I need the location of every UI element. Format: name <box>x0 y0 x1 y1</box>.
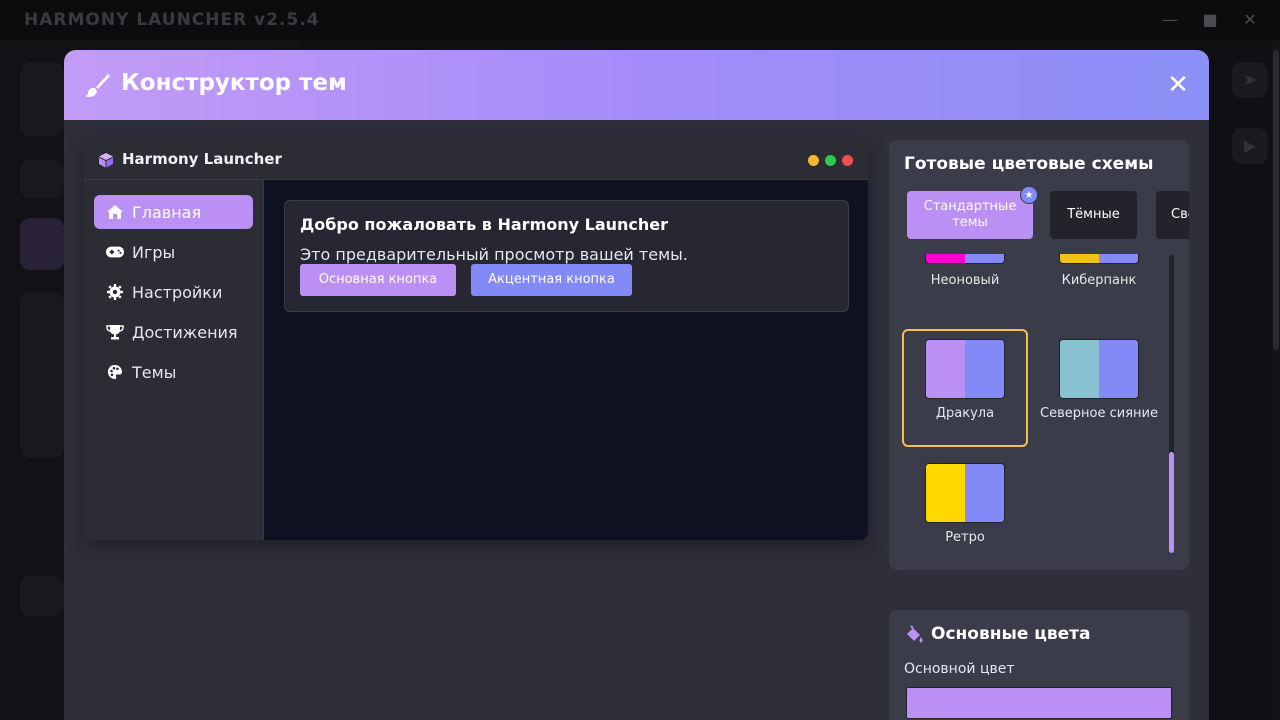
swatch-color-1 <box>1060 340 1099 398</box>
schemes-title: Готовые цветовые схемы <box>904 154 1154 174</box>
minimize-button[interactable]: — <box>1160 10 1180 30</box>
background-play-card <box>20 218 64 270</box>
background-nav-card <box>20 160 64 198</box>
swatch-color-1 <box>926 464 965 522</box>
tab-standard[interactable]: Стандартные темы <box>907 191 1033 239</box>
app-scrollbar-thumb[interactable] <box>1273 50 1279 350</box>
app-title: HARMONY LAUNCHER v2.5.4 <box>24 10 320 30</box>
color-schemes-panel: Готовые цветовые схемы Стандартные темы … <box>889 140 1189 570</box>
preview-main: Добро пожаловать в Harmony Launcher Это … <box>264 180 868 540</box>
gear-icon <box>106 283 124 301</box>
brush-icon <box>85 74 110 97</box>
scheme-swatch <box>925 339 1005 399</box>
modal-title: Конструктор тем <box>121 70 347 96</box>
background-settings-card <box>20 292 64 458</box>
nav-item-settings[interactable]: Настройки <box>94 275 253 309</box>
scheme-name: Дракула <box>935 406 995 421</box>
swatch-color-1 <box>1060 254 1099 263</box>
background-avatar-card <box>20 62 64 136</box>
scheme-item-dracula[interactable]: Дракула <box>902 329 1028 447</box>
tab-dark[interactable]: Тёмные <box>1050 191 1137 239</box>
base-colors-panel: Основные цвета Основной цвет <box>889 610 1189 720</box>
accent-button[interactable]: Акцентная кнопка <box>471 264 632 296</box>
gamepad-icon <box>106 243 124 261</box>
star-icon: ★ <box>1020 186 1038 204</box>
nav-item-achievements[interactable]: Достижения <box>94 315 253 349</box>
scheme-item-retro[interactable]: Ретро <box>902 463 1028 553</box>
scheme-name: Киберпанк <box>1061 273 1137 288</box>
swatch-color-1 <box>926 254 965 263</box>
welcome-text: Это предварительный просмотр вашей темы. <box>300 245 688 264</box>
palette-icon <box>106 363 124 381</box>
scheme-list-scrollbar-thumb[interactable] <box>1169 452 1174 553</box>
paint-bucket-icon <box>907 625 923 643</box>
preview-title: Harmony Launcher <box>122 150 282 168</box>
preview-titlebar: Harmony Launcher <box>84 140 868 180</box>
welcome-card: Добро пожаловать в Harmony Launcher Это … <box>284 200 849 312</box>
scheme-swatch <box>1059 339 1139 399</box>
trophy-icon <box>106 323 124 341</box>
nav-item-home[interactable]: Главная <box>94 195 253 229</box>
primary-button[interactable]: Основная кнопка <box>300 264 456 296</box>
preview-sidebar: Главная Игры Настройки Достижения Темы <box>84 180 264 540</box>
swatch-color-2 <box>965 340 1004 398</box>
nav-item-label: Игры <box>132 242 176 262</box>
theme-constructor-modal: Конструктор тем ✕ Harmony Launcher Главн… <box>64 50 1209 720</box>
scheme-item-neon[interactable]: Неоновый <box>902 254 1028 304</box>
swatch-color-2 <box>1099 254 1138 263</box>
modal-header: Конструктор тем ✕ <box>64 50 1209 120</box>
swatch-color-2 <box>965 254 1004 263</box>
scheme-swatch <box>925 463 1005 523</box>
youtube-icon[interactable]: ▶ <box>1232 128 1268 164</box>
nav-item-games[interactable]: Игры <box>94 235 253 269</box>
cube-icon <box>99 153 113 168</box>
nav-item-label: Достижения <box>132 322 238 342</box>
primary-color-label: Основной цвет <box>904 661 1015 677</box>
nav-item-label: Главная <box>132 202 202 222</box>
scheme-swatch <box>925 254 1005 264</box>
swatch-color-2 <box>965 464 1004 522</box>
scheme-list: Неоновый Киберпанк Дракула Северное сиян… <box>889 254 1169 570</box>
preview-maximize-dot[interactable] <box>825 155 836 166</box>
preview-close-dot[interactable] <box>842 155 853 166</box>
app-titlebar: HARMONY LAUNCHER v2.5.4 — ■ ✕ <box>0 0 1280 40</box>
nav-item-themes[interactable]: Темы <box>94 355 253 389</box>
telegram-icon[interactable]: ➤ <box>1232 62 1268 98</box>
swatch-color-2 <box>1099 340 1138 398</box>
scheme-item-cyberpunk[interactable]: Киберпанк <box>1036 254 1162 304</box>
swatch-color-1 <box>926 340 965 398</box>
window-close-button[interactable]: ✕ <box>1240 10 1260 30</box>
scheme-name: Неоновый <box>930 273 1000 288</box>
welcome-title: Добро пожаловать в Harmony Launcher <box>300 215 669 234</box>
preview-minimize-dot[interactable] <box>808 155 819 166</box>
scheme-item-northern-lights[interactable]: Северное сияние <box>1036 339 1162 449</box>
scheme-swatch <box>1059 254 1139 264</box>
background-settings-button <box>20 576 64 616</box>
home-icon <box>106 203 124 221</box>
maximize-button[interactable]: ■ <box>1200 10 1220 30</box>
scheme-name: Ретро <box>945 530 985 545</box>
theme-preview-window: Harmony Launcher Главная Игры Настройки … <box>84 140 868 540</box>
nav-item-label: Настройки <box>132 282 223 302</box>
nav-item-label: Темы <box>132 362 177 382</box>
primary-color-input[interactable] <box>906 687 1172 719</box>
close-button[interactable]: ✕ <box>1165 72 1191 98</box>
base-colors-title: Основные цвета <box>931 624 1091 644</box>
tab-light[interactable]: Светлые <box>1156 191 1189 239</box>
scheme-name: Северное сияние <box>1040 406 1158 421</box>
